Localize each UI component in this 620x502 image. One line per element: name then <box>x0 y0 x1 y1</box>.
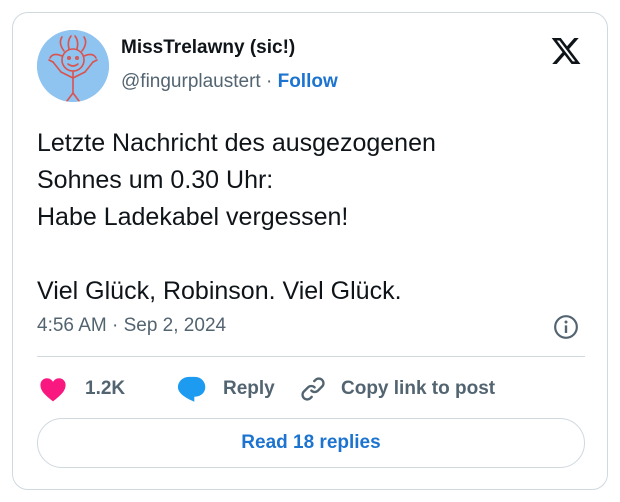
tweet-line: Sohnes um 0.30 Uhr: <box>37 166 274 194</box>
link-icon <box>301 377 325 401</box>
reply-label: Reply <box>223 378 275 399</box>
author-name[interactable]: MissTrelawny (sic!) <box>121 37 295 59</box>
like-button[interactable]: 1.2K <box>39 373 125 405</box>
speech-bubble-icon <box>177 376 206 402</box>
x-logo-icon[interactable] <box>549 35 583 67</box>
handle-separator: · <box>265 71 273 92</box>
tweet-text: Letzte Nachricht des ausgezogenen Sohnes… <box>37 125 587 310</box>
follow-button[interactable]: Follow <box>278 71 338 92</box>
tweet-line: Habe Ladekabel vergessen! <box>37 203 349 231</box>
tweet-timestamp[interactable]: 4:56 AM · Sep 2, 2024 <box>37 315 226 337</box>
reply-button[interactable]: Reply <box>177 373 275 405</box>
copy-link-label: Copy link to post <box>341 378 496 399</box>
avatar[interactable] <box>37 30 109 102</box>
divider <box>37 356 585 357</box>
author-handle-line: @fingurplaustert · Follow <box>121 71 338 93</box>
author-handle[interactable]: @fingurplaustert <box>121 71 261 92</box>
info-icon[interactable] <box>553 314 579 340</box>
read-replies-button[interactable]: Read 18 replies <box>37 418 585 468</box>
tweet-line <box>37 236 587 273</box>
heart-icon <box>40 378 66 402</box>
copy-link-button[interactable]: Copy link to post <box>299 373 495 405</box>
tweet-line: Letzte Nachricht des ausgezogenen <box>37 129 436 157</box>
tweet-card: MissTrelawny (sic!) @fingurplaustert · F… <box>12 12 608 490</box>
tweet-line: Viel Glück, Robinson. Viel Glück. <box>37 277 402 305</box>
action-bar: 1.2K Reply Copy link to post <box>37 373 585 405</box>
like-count: 1.2K <box>85 378 126 399</box>
